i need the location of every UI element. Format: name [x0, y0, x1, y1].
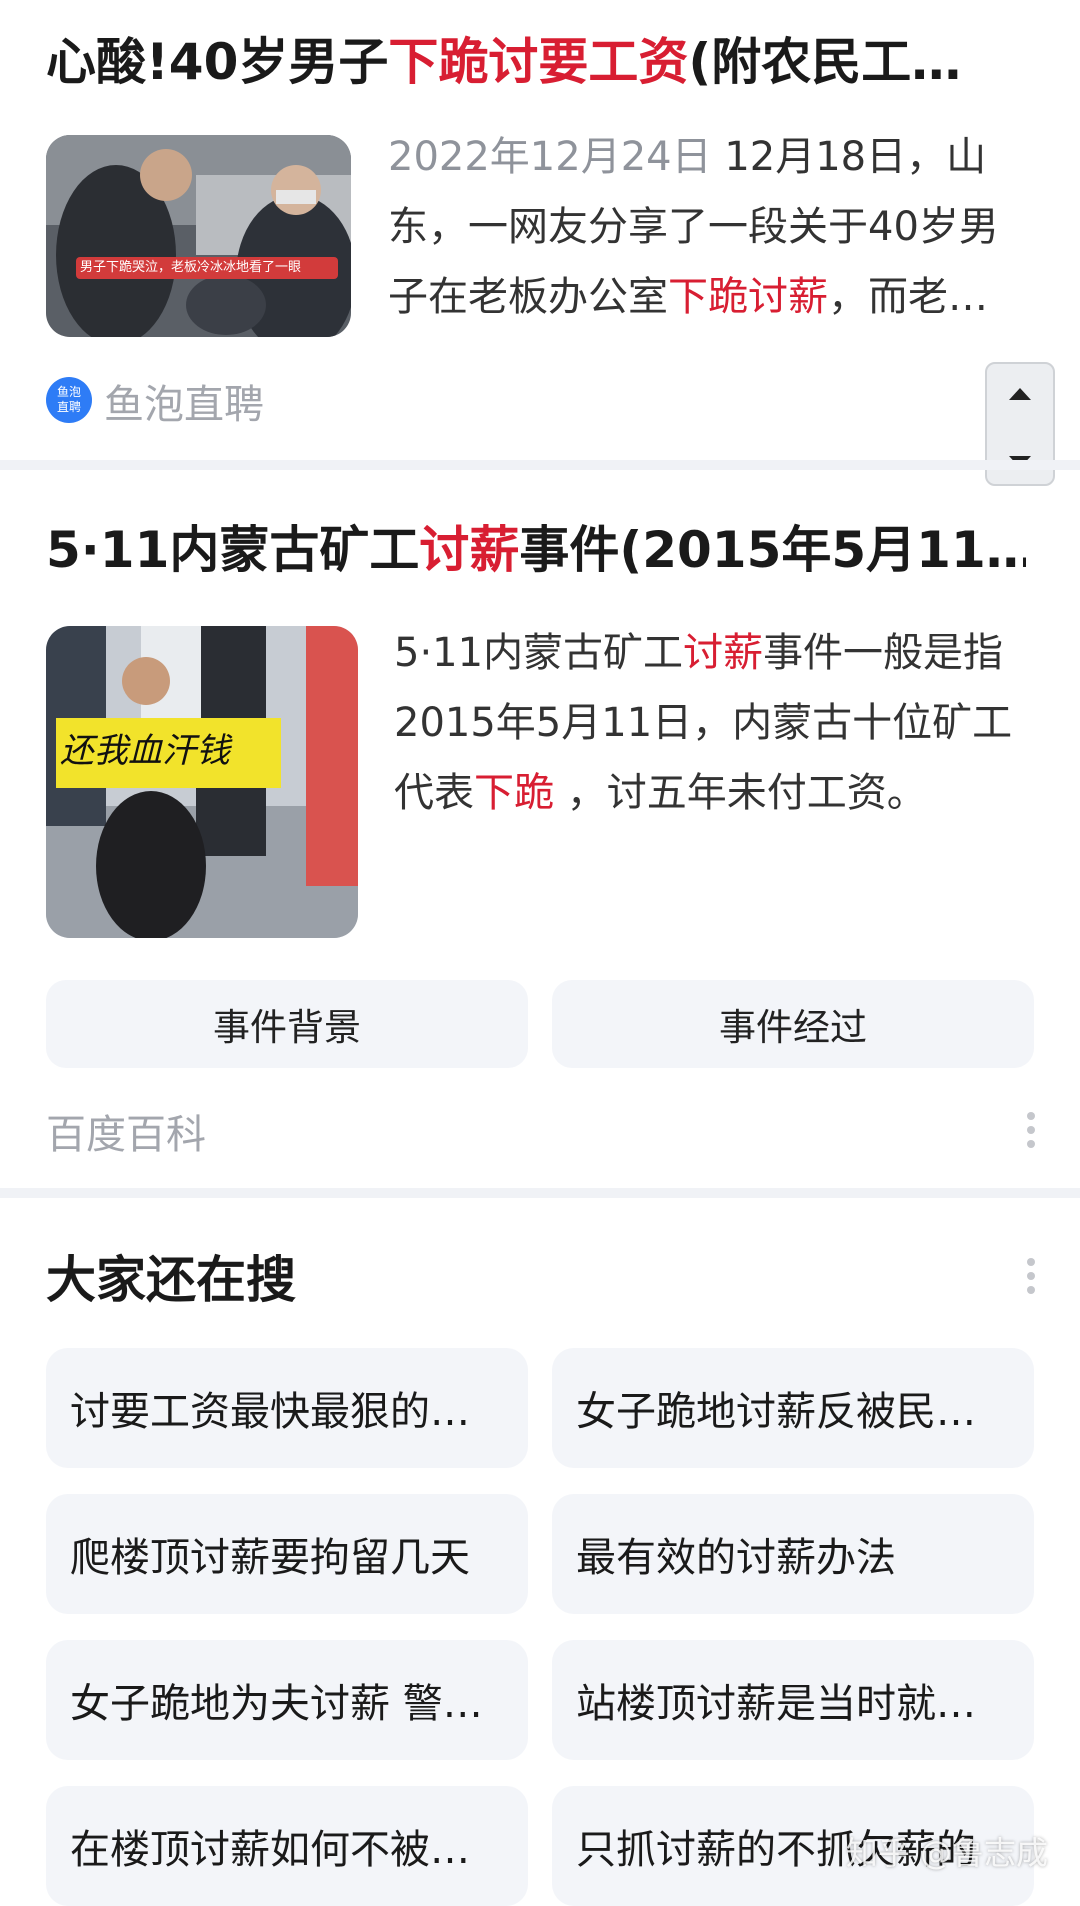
event-process-button[interactable]: 事件经过 [552, 980, 1034, 1068]
result1-title[interactable]: 心酸!40岁男子下跪讨要工资(附农民工… [46, 30, 1026, 94]
result2-snippet-highlight1: 讨薪 [683, 630, 764, 676]
result2-snippet[interactable]: 5·11内蒙古矿工讨薪事件一般是指2015年5月11日，内蒙古十位矿工代表下跪 … [394, 618, 1034, 828]
result2-title[interactable]: 5·11内蒙古矿工讨薪事件(2015年5月11… [46, 518, 1026, 582]
more-options-icon[interactable] [1026, 1106, 1036, 1154]
sign-text: 还我血汗钱 [60, 731, 230, 771]
result2-thumbnail[interactable]: 还我血汗钱 [46, 626, 358, 938]
related-search-item[interactable]: 爬楼顶讨薪要拘留几天 [46, 1494, 528, 1614]
result1-thumbnail[interactable]: 男子下跪哭泣，老板冷冰冰地看了一眼 [46, 135, 351, 337]
result2-title-tail: 事件(2015年5月11… [519, 521, 1026, 579]
related-searches-heading: 大家还在搜 [46, 1251, 296, 1309]
more-options-icon[interactable] [1026, 1252, 1036, 1300]
result1-snippet-highlight: 下跪讨薪 [668, 274, 828, 320]
related-search-item[interactable]: 站楼顶讨薪是当时就… [552, 1640, 1034, 1760]
result1-snippet-tail: ，而老… [828, 274, 988, 320]
watermark: 知乎 @鲁志成 [845, 1834, 1048, 1872]
source-logo-icon: 鱼泡 直聘 [46, 377, 92, 423]
source-logo-line1: 鱼泡 [56, 385, 81, 399]
result1-title-text: 心酸!40岁男子 [46, 33, 389, 91]
related-search-item[interactable]: 女子跪地讨薪反被民… [552, 1348, 1034, 1468]
result1-snippet[interactable]: 2022年12月24日 12月18日，山东，一网友分享了一段关于40岁男子在老板… [388, 122, 1028, 332]
related-search-item[interactable]: 最有效的讨薪办法 [552, 1494, 1034, 1614]
result1-date: 2022年12月24日 [388, 134, 712, 180]
result1-title-highlight: 下跪讨要工资 [388, 33, 689, 91]
section-divider [0, 1188, 1080, 1198]
result2-snippet-text: 5·11内蒙古矿工 [394, 630, 684, 676]
result2-snippet-highlight2: 下跪 [474, 770, 554, 816]
related-search-item[interactable]: 女子跪地为夫讨薪 警… [46, 1640, 528, 1760]
related-search-item[interactable]: 讨要工资最快最狠的… [46, 1348, 528, 1468]
result1-source[interactable]: 鱼泡直聘 [104, 372, 264, 430]
thumbnail-caption: 男子下跪哭泣，老板冷冰冰地看了一眼 [80, 260, 302, 275]
source-logo-line2: 直聘 [56, 400, 81, 414]
related-search-item[interactable]: 在楼顶讨薪如何不被… [46, 1786, 528, 1906]
result2-snippet-tail: ，讨五年未付工资。 [554, 770, 927, 816]
result1-title-tail: (附农民工… [688, 33, 962, 91]
scroll-up-icon[interactable] [1009, 388, 1031, 400]
result2-source[interactable]: 百度百科 [46, 1102, 206, 1160]
result2-title-highlight: 讨薪 [419, 521, 520, 579]
section-divider [0, 460, 1080, 470]
result2-title-text: 5·11内蒙古矿工 [46, 521, 420, 579]
event-background-button[interactable]: 事件背景 [46, 980, 528, 1068]
